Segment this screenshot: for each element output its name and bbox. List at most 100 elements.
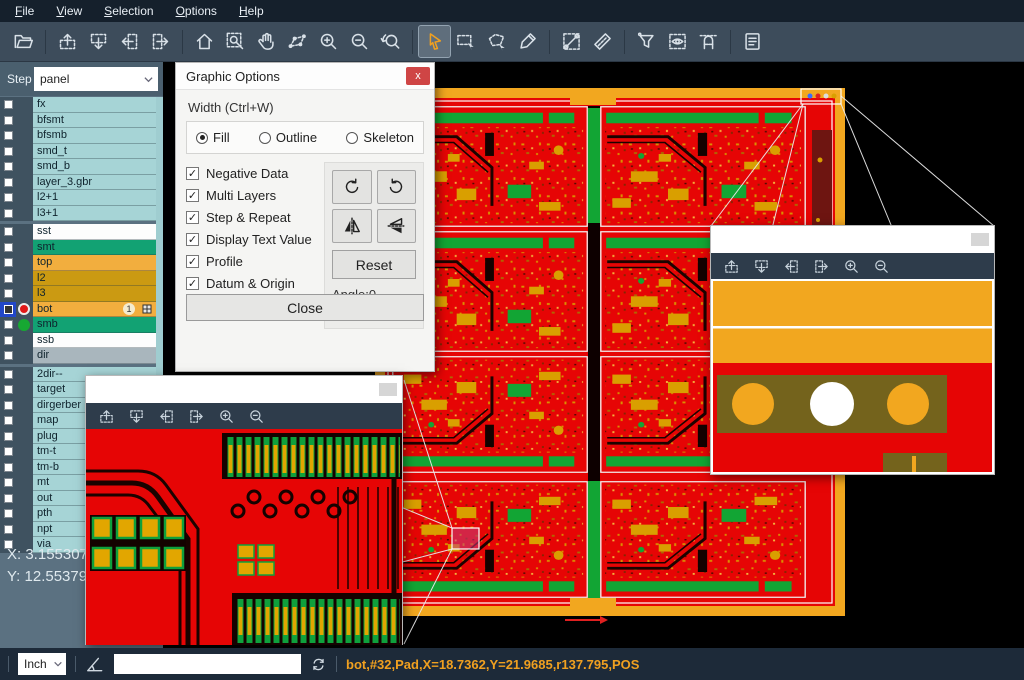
layer-visibility-checkbox[interactable] [0, 317, 16, 333]
zoom-region-button[interactable] [220, 26, 251, 57]
layer-visibility-checkbox[interactable] [0, 240, 16, 256]
command-input[interactable] [114, 654, 301, 674]
menu-options[interactable]: Options [165, 2, 228, 20]
zoom-out-button[interactable] [248, 408, 265, 425]
box-left-button[interactable] [114, 26, 145, 57]
layer-visibility-checkbox[interactable] [0, 382, 16, 398]
angle-measure-icon[interactable] [85, 654, 105, 674]
reset-button[interactable]: Reset [332, 250, 416, 279]
popup-window-button[interactable] [379, 383, 397, 396]
layer-visibility-checkbox[interactable] [0, 522, 16, 538]
ruler-button[interactable] [587, 26, 618, 57]
menu-help[interactable]: Help [228, 2, 275, 20]
unit-select[interactable]: Inch [18, 653, 66, 675]
layer-visibility-checkbox[interactable] [0, 398, 16, 414]
zoom-prev-button[interactable] [375, 26, 406, 57]
layer-row-smd_t[interactable]: smd_t [0, 144, 163, 160]
pan-button[interactable] [251, 26, 282, 57]
open-button[interactable] [8, 26, 39, 57]
dialog-close-button[interactable]: x [406, 67, 430, 85]
box-right-button[interactable] [813, 258, 830, 275]
step-select[interactable]: panel [34, 67, 158, 91]
layer-visibility-checkbox[interactable] [0, 491, 16, 507]
checkbox-step-repeat[interactable]: ✓Step & Repeat [186, 206, 316, 228]
box-left-button[interactable] [783, 258, 800, 275]
layer-visibility-checkbox[interactable] [0, 444, 16, 460]
layer-visibility-checkbox[interactable] [0, 348, 16, 364]
zoom-in-button[interactable] [313, 26, 344, 57]
brush-button[interactable] [512, 26, 543, 57]
layer-visibility-checkbox[interactable] [0, 113, 16, 129]
zoom-in-button[interactable] [843, 258, 860, 275]
layer-visibility-checkbox[interactable] [0, 159, 16, 175]
layer-row-l2+1[interactable]: l2+1 [0, 190, 163, 206]
box-up-button[interactable] [98, 408, 115, 425]
rotate-cw-button[interactable] [332, 170, 372, 204]
layer-row-dir[interactable]: dir [0, 348, 163, 364]
layer-visibility-checkbox[interactable] [0, 475, 16, 491]
box-right-button[interactable] [188, 408, 205, 425]
home-button[interactable] [189, 26, 220, 57]
layer-visibility-checkbox[interactable] [0, 97, 16, 113]
zoom-out-button[interactable] [873, 258, 890, 275]
flip-v-button[interactable] [377, 209, 417, 243]
zoom-out-button[interactable] [344, 26, 375, 57]
layer-visibility-checkbox[interactable] [0, 224, 16, 240]
filter-button[interactable] [631, 26, 662, 57]
layer-row-smt[interactable]: smt [0, 240, 163, 256]
radio-fill[interactable]: Fill [196, 130, 230, 145]
layer-row-bfsmb[interactable]: bfsmb [0, 128, 163, 144]
popup-viewport[interactable] [86, 429, 402, 645]
checkbox-display-text-value[interactable]: ✓Display Text Value [186, 228, 316, 250]
popup-titlebar[interactable] [86, 376, 402, 403]
zoom-source-marker-center[interactable] [452, 528, 479, 549]
box-up-button[interactable] [723, 258, 740, 275]
layer-row-l2[interactable]: l2 [0, 271, 163, 287]
layer-visibility-checkbox[interactable] [0, 190, 16, 206]
layer-visibility-checkbox[interactable] [0, 367, 16, 383]
layer-visibility-checkbox[interactable] [0, 128, 16, 144]
measure-button[interactable] [556, 26, 587, 57]
layer-visibility-checkbox[interactable] [0, 175, 16, 191]
box-up-button[interactable] [52, 26, 83, 57]
box-right-button[interactable] [145, 26, 176, 57]
layer-visibility-checkbox[interactable] [0, 271, 16, 287]
magnet-button[interactable] [693, 26, 724, 57]
layer-row-l3+1[interactable]: l3+1 [0, 206, 163, 222]
rotate-ccw-button[interactable] [377, 170, 417, 204]
layer-visibility-checkbox[interactable] [0, 255, 16, 271]
checkbox-profile[interactable]: ✓Profile [186, 250, 316, 272]
box-down-button[interactable] [753, 258, 770, 275]
layer-row-top[interactable]: top [0, 255, 163, 271]
layer-row-smb[interactable]: smb [0, 317, 163, 333]
layer-row-l3[interactable]: l3 [0, 286, 163, 302]
menu-file[interactable]: File [4, 2, 45, 20]
layer-row-bfsmt[interactable]: bfsmt [0, 113, 163, 129]
popup-viewport[interactable] [711, 279, 994, 474]
menu-selection[interactable]: Selection [93, 2, 164, 20]
layer-visibility-checkbox[interactable] [0, 506, 16, 522]
select-poly-button[interactable] [481, 26, 512, 57]
checkbox-multi-layers[interactable]: ✓Multi Layers [186, 184, 316, 206]
layer-row-bot[interactable]: bot1 [0, 302, 163, 318]
view-button[interactable] [662, 26, 693, 57]
dialog-titlebar[interactable]: Graphic Options x [176, 63, 434, 90]
layer-row-fx[interactable]: fx [0, 97, 163, 113]
checkbox-negative-data[interactable]: ✓Negative Data [186, 162, 316, 184]
popup-window-button[interactable] [971, 233, 989, 246]
radio-skeleton[interactable]: Skeleton [346, 130, 414, 145]
layer-visibility-checkbox[interactable] [0, 206, 16, 222]
layer-row-sst[interactable]: sst [0, 224, 163, 240]
layer-row-layer_3.gbr[interactable]: layer_3.gbr [0, 175, 163, 191]
box-down-button[interactable] [128, 408, 145, 425]
zoom-in-button[interactable] [218, 408, 235, 425]
layer-row-smd_b[interactable]: smd_b [0, 159, 163, 175]
sync-icon[interactable] [310, 656, 327, 673]
zoom-poly-button[interactable] [282, 26, 313, 57]
flip-h-button[interactable] [332, 209, 372, 243]
layer-visibility-checkbox[interactable] [0, 302, 16, 318]
popup-titlebar[interactable] [711, 226, 994, 253]
menu-view[interactable]: View [45, 2, 93, 20]
select-rect-button[interactable] [450, 26, 481, 57]
select-button[interactable] [419, 26, 450, 57]
